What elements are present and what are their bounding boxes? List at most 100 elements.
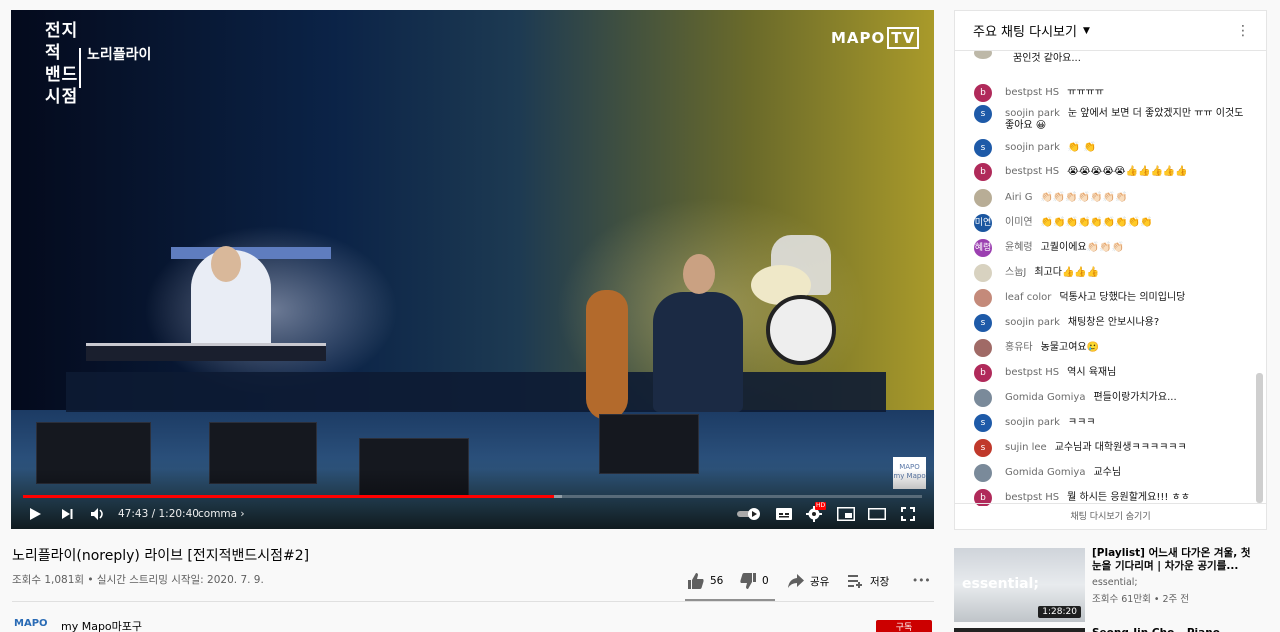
related-title[interactable]: [Playlist] 어느새 다가온 겨울, 첫 눈을 기다리며 | 차가운 공… <box>1092 547 1262 573</box>
chat-message: Gomida Gomiya 교수님 <box>974 464 1244 482</box>
chat-message: s sujin lee 교수님과 대학원생ㅋㅋㅋㅋㅋㅋ <box>974 439 1244 457</box>
related-title[interactable]: Seong-Jin Cho – Piano <box>1092 627 1220 632</box>
chat-author[interactable]: leaf color <box>1005 292 1051 303</box>
share-label: 공유 <box>810 575 830 588</box>
chat-author[interactable]: soojin park <box>1005 142 1060 153</box>
guitarist <box>653 292 743 412</box>
avatar[interactable]: b <box>974 364 992 382</box>
chat-message-body: bestpst HS 😭😭😭😭😭👍👍👍👍👍 <box>1005 166 1188 181</box>
show-title-line: 시점 <box>45 87 79 107</box>
chat-author[interactable]: soojin park <box>1005 417 1060 428</box>
chat-author[interactable]: Airi G <box>1005 192 1032 203</box>
related-thumbnail[interactable]: essential; 1:28:20 <box>954 548 1085 622</box>
related-meta: 조회수 61만회 • 2주 전 <box>1092 594 1189 605</box>
chat-text: 편들이랑가치가요... <box>1093 392 1177 403</box>
chat-author[interactable]: 홍유타 <box>1005 342 1033 353</box>
chat-text: 최고다👍👍👍 <box>1034 267 1100 278</box>
avatar[interactable]: s <box>974 139 992 157</box>
like-count: 56 <box>710 575 724 587</box>
like-button[interactable]: 56 <box>688 573 723 589</box>
avatar[interactable] <box>974 264 992 282</box>
chat-message-body: 홍유타 농물고여요🥲 <box>1005 342 1099 357</box>
chat-author[interactable]: 이미연 <box>1005 217 1033 228</box>
chat-author[interactable]: bestpst HS <box>1005 367 1059 378</box>
chat-author[interactable]: Gomida Gomiya <box>1005 392 1085 403</box>
save-button[interactable]: 저장 <box>848 573 889 589</box>
avatar[interactable] <box>974 289 992 307</box>
chat-message: s soojin park ㅋㅋㅋ <box>974 414 1244 432</box>
chat-text: 교수님 <box>1093 467 1122 478</box>
avatar[interactable]: 혜령 <box>974 239 992 257</box>
chat-author[interactable]: 스눕J <box>1005 267 1026 278</box>
theater-mode-button[interactable] <box>866 504 888 524</box>
avatar[interactable]: s <box>974 414 992 432</box>
avatar[interactable]: s <box>974 105 992 123</box>
miniplayer-button[interactable] <box>835 504 857 524</box>
chat-header[interactable]: 주요 채팅 다시보기 ▼ ⋮ <box>955 11 1266 51</box>
autoplay-toggle[interactable] <box>736 504 762 524</box>
miniplayer-icon <box>837 507 855 521</box>
channel-logo-box: TV <box>887 27 920 49</box>
dislike-count: 0 <box>762 575 769 587</box>
chat-text: 교수님과 대학원생ㅋㅋㅋㅋㅋㅋ <box>1054 442 1187 453</box>
avatar[interactable] <box>974 339 992 357</box>
chapter-button[interactable]: comma › <box>198 504 245 524</box>
avatar[interactable]: b <box>974 84 992 102</box>
avatar[interactable]: s <box>974 314 992 332</box>
avatar[interactable]: s <box>974 439 992 457</box>
avatar[interactable] <box>974 51 992 59</box>
show-subtitle: 노리플라이 <box>79 48 151 88</box>
avatar[interactable] <box>974 189 992 207</box>
chat-message-body: Gomida Gomiya 교수님 <box>1005 467 1121 482</box>
chat-author[interactable]: soojin park <box>1005 317 1060 328</box>
dislike-button[interactable]: 0 <box>740 573 769 589</box>
chat-message-body: leaf color 덕통사고 당했다는 의미입니당 <box>1005 292 1185 307</box>
chat-author[interactable]: sujin lee <box>1005 442 1047 453</box>
chat-text: 역시 육재님 <box>1067 367 1117 378</box>
more-actions-button[interactable]: ••• <box>912 573 931 589</box>
more-options-icon[interactable]: ⋮ <box>1236 23 1250 39</box>
avatar[interactable] <box>974 464 992 482</box>
fullscreen-button[interactable] <box>897 504 919 524</box>
chat-text: 👏👏👏👏👏👏👏👏👏 <box>1040 217 1153 228</box>
avatar[interactable] <box>974 389 992 407</box>
chat-author[interactable]: bestpst HS <box>1005 87 1059 98</box>
channel-name[interactable]: my Mapo마포구 <box>61 618 142 632</box>
play-icon <box>30 508 41 520</box>
avatar[interactable]: 미연 <box>974 214 992 232</box>
acoustic-guitar <box>586 290 628 420</box>
chat-author[interactable]: 윤혜령 <box>1005 242 1033 253</box>
chat-author[interactable]: bestpst HS <box>1005 166 1059 177</box>
share-button[interactable]: 공유 <box>788 573 829 589</box>
channel-avatar[interactable]: MAPO <box>14 618 48 632</box>
pianist-head <box>211 246 241 282</box>
related-thumbnail[interactable] <box>954 628 1085 632</box>
chat-message-body: 꿈인것 같아요... <box>1005 53 1081 65</box>
chat-message-body: soojin park 눈 앞에서 보면 더 좋았겠지만 ㅠㅠ 이것도 좋아요 😀 <box>1005 108 1244 132</box>
chat-message: s soojin park 👏 👏 <box>974 139 1244 157</box>
fullscreen-icon <box>901 507 915 521</box>
mute-button[interactable] <box>87 504 109 524</box>
video-player[interactable]: 전지적 밴드 시점 노리플라이 MAPOTV MAPO my Mapo 47:4… <box>11 10 934 529</box>
chat-author[interactable]: Gomida Gomiya <box>1005 467 1085 478</box>
save-label: 저장 <box>870 575 890 588</box>
related-channel[interactable]: essential; <box>1092 577 1138 588</box>
chat-message: Airi G 👏🏻👏🏻👏🏻👏🏻👏🏻👏🏻👏🏻 <box>974 189 1244 207</box>
chat-text: 덕통사고 당했다는 의미입니당 <box>1059 292 1186 303</box>
chat-message-list[interactable]: 꿈인것 같아요... b bestpst HS ㅠㅠㅠㅠ s soojin park 눈 앞… <box>955 51 1255 506</box>
chat-text: 고퀄이에요👏🏻👏🏻👏🏻 <box>1040 242 1124 253</box>
chat-text: 채팅창은 안보시나용? <box>1067 317 1160 328</box>
subscribe-button[interactable]: 구독 <box>876 620 932 632</box>
chat-author[interactable]: bestpst HS <box>1005 492 1059 503</box>
subtitles-button[interactable] <box>773 504 795 524</box>
autoplay-icon <box>737 508 760 520</box>
chat-scrollbar[interactable] <box>1256 373 1263 503</box>
play-button[interactable] <box>25 504 45 524</box>
settings-button[interactable]: HD <box>803 502 827 524</box>
avatar[interactable]: b <box>974 163 992 181</box>
progress-bar[interactable] <box>23 495 922 498</box>
chat-author[interactable]: soojin park <box>1005 108 1060 119</box>
next-button[interactable] <box>57 504 77 524</box>
hide-chat-button[interactable]: 채팅 다시보기 숨기기 <box>955 503 1266 529</box>
share-icon <box>788 574 804 588</box>
